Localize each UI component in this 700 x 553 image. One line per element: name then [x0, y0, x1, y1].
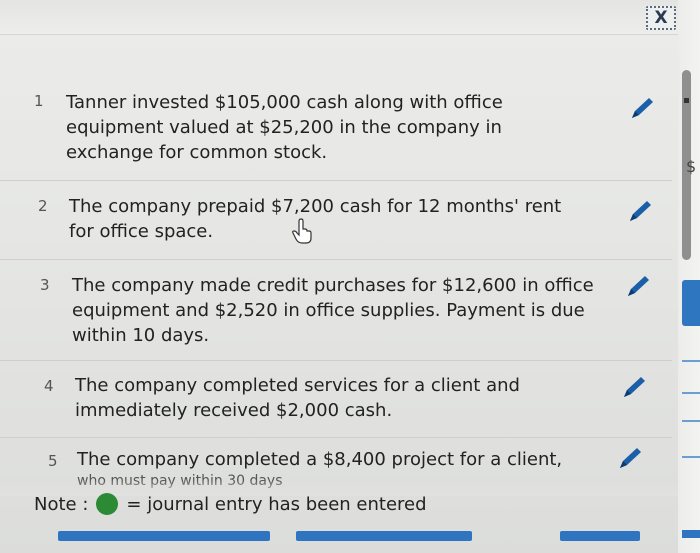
edit-pencil-icon[interactable]	[616, 444, 644, 472]
hand-cursor-icon	[292, 218, 312, 244]
dollar-sign: $	[686, 157, 697, 176]
transaction-row-3[interactable]: 3 The company made credit purchases for …	[0, 259, 672, 360]
side-divider	[682, 360, 700, 362]
entered-indicator-icon	[96, 493, 119, 515]
transaction-text: The company made credit purchases for $1…	[72, 275, 594, 346]
edit-pencil-icon[interactable]	[628, 94, 656, 122]
transaction-number: 5	[48, 452, 58, 470]
bottom-tab-1[interactable]	[58, 531, 270, 541]
legend-note: Note : = journal entry has been entered	[34, 493, 427, 515]
transaction-number: 4	[44, 377, 54, 395]
transaction-row-1[interactable]: 1 Tanner invested $105,000 cash along wi…	[0, 78, 672, 178]
side-divider	[682, 392, 700, 394]
top-bar: X	[0, 0, 678, 35]
note-label: Note :	[34, 493, 89, 515]
transaction-number: 1	[34, 92, 44, 110]
transaction-row-2[interactable]: 2 The company prepaid $7,200 cash for 12…	[0, 180, 672, 259]
edit-pencil-icon[interactable]	[626, 197, 654, 225]
transaction-row-4[interactable]: 4 The company completed services for a c…	[0, 360, 672, 437]
bottom-tab-2[interactable]	[296, 531, 472, 541]
note-text: = journal entry has been entered	[126, 493, 427, 515]
transaction-list-panel: X 1 Tanner invested $105,000 cash along …	[0, 0, 678, 553]
side-divider	[682, 530, 700, 538]
transaction-text: The company completed services for a cli…	[75, 375, 520, 421]
transaction-text: Tanner invested $105,000 cash along with…	[66, 92, 503, 163]
transaction-number: 2	[38, 197, 48, 215]
edit-pencil-icon[interactable]	[620, 373, 648, 401]
transaction-number: 3	[40, 276, 50, 294]
close-button[interactable]: X	[646, 6, 676, 30]
bullet-marker	[684, 98, 689, 103]
bottom-tab-3[interactable]	[560, 531, 640, 541]
side-divider	[682, 420, 700, 422]
side-divider	[682, 456, 700, 458]
side-tab[interactable]	[682, 280, 700, 326]
edit-pencil-icon[interactable]	[624, 272, 652, 300]
